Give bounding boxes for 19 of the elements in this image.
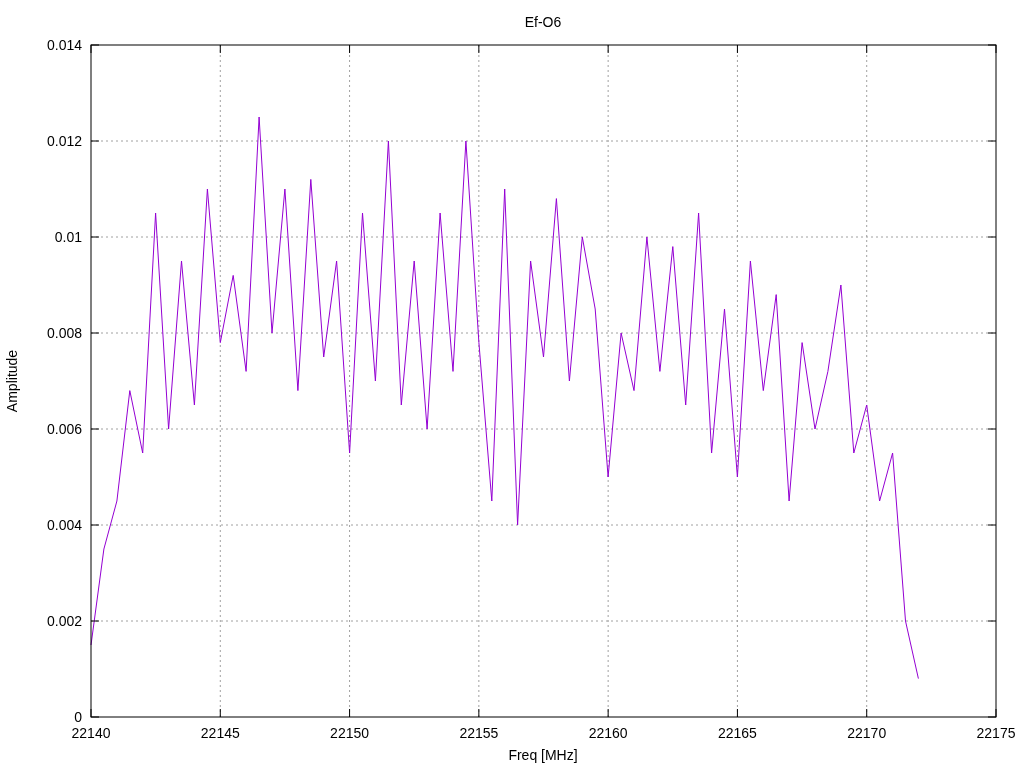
x-tick-label: 22165 [717, 725, 757, 741]
y-tick-label: 0.006 [46, 421, 82, 437]
chart-title: Ef-O6 [524, 14, 562, 30]
y-tick-label: 0 [74, 709, 82, 725]
x-axis-label: Freq [MHz] [508, 747, 578, 763]
y-tick-label: 0.01 [54, 229, 82, 245]
y-tick-label: 0.002 [46, 613, 82, 629]
y-tick-label: 0.004 [46, 517, 82, 533]
x-tick-label: 22155 [459, 725, 499, 741]
y-tick-label: 0.012 [46, 133, 82, 149]
x-tick-label: 22150 [330, 725, 370, 741]
y-tick-label: 0.014 [46, 37, 82, 53]
y-axis-label: Amplitude [4, 349, 20, 413]
x-tick-label: 22170 [847, 725, 887, 741]
x-tick-label: 22160 [588, 725, 628, 741]
x-tick-label: 22175 [976, 725, 1016, 741]
x-tick-label: 22140 [71, 725, 111, 741]
y-tick-label: 0.008 [46, 325, 82, 341]
x-tick-label: 22145 [200, 725, 240, 741]
